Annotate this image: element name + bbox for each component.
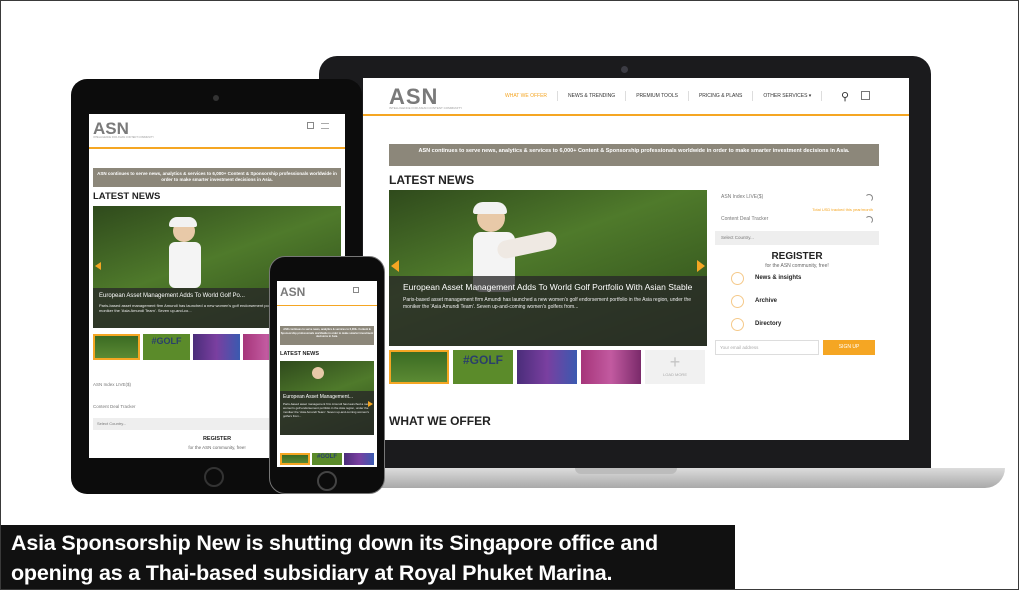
link-directory[interactable]: Directory	[715, 315, 879, 338]
laptop-notch	[575, 468, 677, 474]
phone-hero-title[interactable]: European Asset Management...	[283, 394, 371, 400]
asn-index-row[interactable]: ASN Index LIVE($)	[715, 190, 879, 207]
phone-header-divider	[277, 305, 377, 306]
golfer-cap	[473, 202, 507, 214]
tablet-home-button	[204, 467, 224, 487]
tablet-header-divider	[89, 147, 345, 149]
country-select[interactable]: Select Country...	[715, 231, 879, 245]
site-logo-tagline: INTELLIGENCE FOR ASIAN CONTENT COMMUNITY	[389, 106, 463, 110]
caption-line-1: Asia Sponsorship New is shutting down it…	[11, 531, 658, 555]
nav-item-pricing-plans[interactable]: PRICING & PLANS	[689, 91, 754, 101]
thumbnail-stage[interactable]	[517, 350, 577, 384]
link-archive[interactable]: Archive	[715, 292, 879, 315]
menu-square-icon[interactable]	[861, 91, 870, 100]
phone-intro-banner: ASN continues to serve news, analytics &…	[280, 326, 374, 345]
hamburger-icon[interactable]	[321, 123, 329, 129]
nav-item-what-we-offer[interactable]: WHAT WE OFFER	[495, 91, 559, 101]
directory-icon	[731, 318, 744, 331]
menu-square-icon[interactable]	[307, 122, 314, 129]
thumbnail-stage[interactable]	[344, 453, 374, 465]
thumbnail-golf[interactable]: #GOLF	[143, 334, 190, 360]
caption-line-2: opening as a Thai-based subsidiary at Ro…	[11, 561, 613, 585]
archive-icon	[731, 295, 744, 308]
thumbnail-golf[interactable]: #GOLF	[453, 350, 513, 384]
golfer-body	[169, 242, 201, 288]
deal-tracker-label: Content Deal Tracker	[721, 216, 769, 222]
nav-item-news-trending[interactable]: NEWS & TRENDING	[558, 91, 627, 101]
phone-hero-text: Paris-based asset management firm Amundi…	[283, 402, 370, 418]
prev-arrow-icon[interactable]	[95, 262, 101, 270]
tablet-intro-banner: ASN continues to serve news, analytics &…	[93, 168, 341, 187]
register-heading: REGISTER	[771, 251, 823, 262]
laptop-chin	[319, 441, 931, 468]
nav-item-other-services[interactable]: OTHER SERVICES ▾	[753, 91, 823, 101]
thumbnail-strip: #GOLF + LOAD MORE	[389, 350, 705, 384]
phone-thumbnail-strip: #GOLF	[280, 453, 374, 465]
tablet-deal-tracker[interactable]: Content Deal Tracker	[93, 404, 136, 409]
load-more-button[interactable]: + LOAD MORE	[645, 350, 705, 384]
tablet-logo-tagline: INTELLIGENCE FOR ASIAN CONTENT COMMUNITY	[93, 136, 154, 139]
laptop-screen: ASN INTELLIGENCE FOR ASIAN CONTENT COMMU…	[363, 78, 909, 440]
intro-banner: ASN continues to serve news, analytics &…	[389, 144, 879, 166]
deal-tracker-row[interactable]: Content Deal Tracker	[715, 212, 879, 229]
search-icon[interactable]: ⚲	[841, 90, 849, 103]
prev-arrow-icon[interactable]	[391, 260, 399, 272]
menu-square-icon[interactable]	[353, 287, 359, 293]
next-arrow-icon[interactable]	[697, 260, 705, 272]
link-directory-label: Directory	[755, 321, 782, 327]
tablet-header-icons	[307, 122, 335, 130]
next-arrow-icon[interactable]	[368, 401, 373, 407]
phone-home-button	[317, 471, 337, 491]
signup-button[interactable]: SIGN UP	[823, 340, 875, 355]
thumbnail-golfer[interactable]	[93, 334, 140, 360]
tablet-camera	[213, 95, 219, 101]
thumbnail-golf[interactable]: #GOLF	[312, 453, 342, 465]
phone-site-logo[interactable]: ASN	[280, 285, 305, 299]
hero-caption: European Asset Management Adds To World …	[389, 276, 707, 346]
hero-title[interactable]: European Asset Management Adds To World …	[403, 282, 693, 292]
image-frame: ASN INTELLIGENCE FOR ASIAN CONTENT COMMU…	[0, 0, 1019, 590]
loading-spinner-icon	[865, 216, 873, 224]
golfer-cap	[169, 217, 197, 227]
link-archive-label: Archive	[755, 298, 778, 304]
phone-latest-news-heading: LATEST NEWS	[280, 351, 320, 357]
main-nav: WHAT WE OFFER NEWS & TRENDING PREMIUM TO…	[495, 91, 823, 101]
laptop-camera	[621, 66, 628, 73]
phone-hero-caption: European Asset Management... Paris-based…	[280, 391, 374, 435]
sidebar: ASN Index LIVE($) Total USD tracked this…	[715, 190, 879, 390]
news-icon	[731, 272, 744, 285]
thumbnail-golfer[interactable]	[389, 350, 449, 384]
loading-spinner-icon	[865, 194, 873, 202]
hero-text: Paris-based asset management firm Amundi…	[403, 297, 692, 310]
asn-index-label: ASN Index LIVE($)	[721, 194, 764, 200]
link-news-insights-label: News & insights	[755, 275, 802, 281]
tablet-asn-index[interactable]: ASN Index LIVE($)	[93, 382, 131, 387]
email-input[interactable]: Your email address	[715, 340, 819, 355]
nav-item-premium-tools[interactable]: PREMIUM TOOLS	[626, 91, 689, 101]
hero-slide[interactable]: European Asset Management Adds To World …	[389, 190, 707, 346]
what-we-offer-heading: WHAT WE OFFER	[389, 414, 491, 428]
news-caption: Asia Sponsorship New is shutting down it…	[1, 525, 735, 589]
load-more-label: LOAD MORE	[662, 372, 687, 377]
phone-screen: ASN ASN continues to serve news, analyti…	[277, 281, 377, 467]
tablet-latest-news-heading: LATEST NEWS	[93, 191, 161, 202]
link-news-insights[interactable]: News & insights	[715, 269, 879, 292]
phone-hero-slide[interactable]: European Asset Management... Paris-based…	[280, 361, 374, 435]
tablet-thumbnail-strip: #GOLF	[93, 334, 290, 360]
signup-form: Your email address SIGN UP	[715, 340, 879, 355]
thumbnail-stage[interactable]	[193, 334, 240, 360]
latest-news-heading: LATEST NEWS	[389, 173, 475, 187]
site-header: ASN INTELLIGENCE FOR ASIAN CONTENT COMMU…	[363, 78, 909, 116]
plus-icon: +	[669, 352, 681, 372]
thumbnail-golfer[interactable]	[280, 453, 310, 465]
thumbnail-event[interactable]	[581, 350, 641, 384]
golfer-photo	[312, 367, 324, 379]
